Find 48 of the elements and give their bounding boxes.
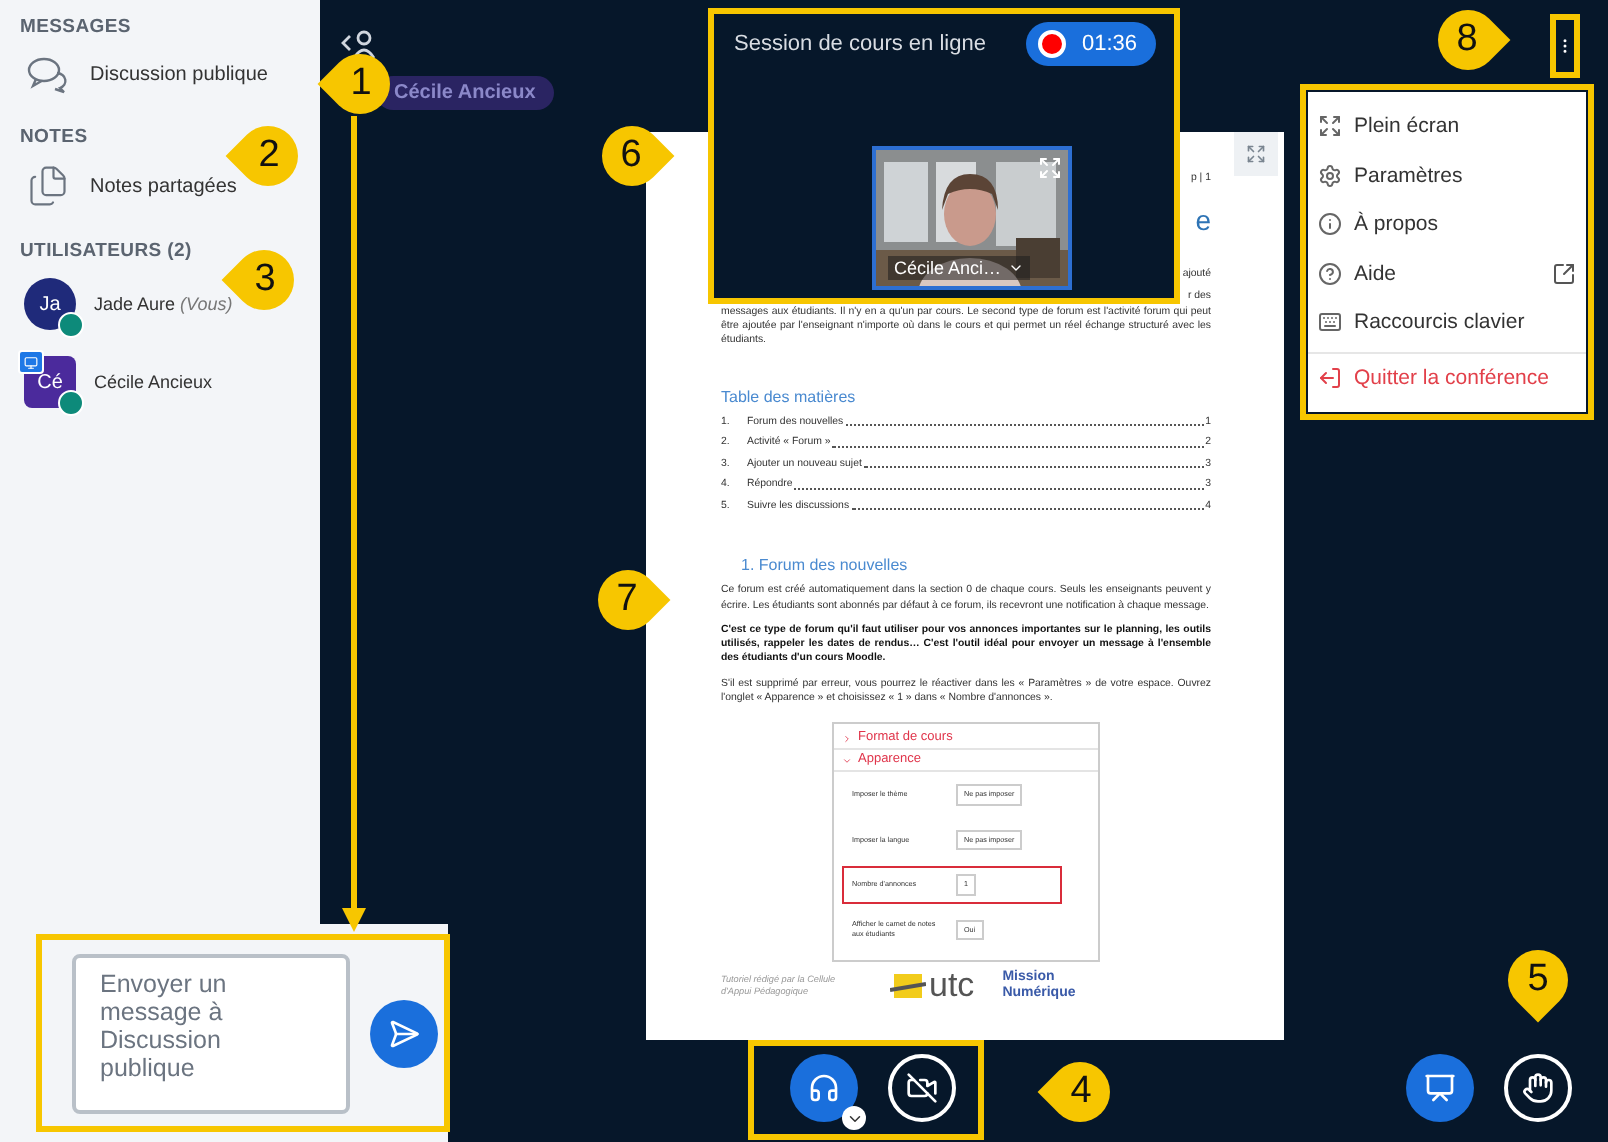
fullscreen-button[interactable] xyxy=(1233,132,1277,176)
menu-item[interactable]: Aide xyxy=(1308,249,1586,298)
section-heading: MESSAGES xyxy=(20,16,133,38)
notes-item[interactable]: Notes partagées xyxy=(90,175,237,197)
video-user-name[interactable]: Cécile Anci… xyxy=(888,256,1030,280)
presentation-icon xyxy=(1424,1072,1456,1104)
help-icon xyxy=(1318,261,1342,286)
presentation-button[interactable] xyxy=(1406,1054,1474,1122)
fullscreen-icon xyxy=(1245,144,1265,164)
presenter-badge xyxy=(18,350,44,374)
notes-icon xyxy=(26,164,70,208)
session-title: Session de cours en ligne xyxy=(734,32,986,56)
chat-item[interactable]: Discussion publique xyxy=(90,63,268,85)
fullscreen-icon xyxy=(1318,114,1342,139)
users-toggle-icon[interactable] xyxy=(340,28,376,60)
settings-icon xyxy=(1318,163,1342,188)
section-heading: NOTES xyxy=(20,126,90,148)
info-icon xyxy=(1318,212,1342,237)
external-link-icon xyxy=(1552,261,1576,286)
options-menu-button[interactable] xyxy=(1550,14,1580,78)
raise-hand-button[interactable] xyxy=(1504,1054,1572,1122)
audio-badge xyxy=(58,390,84,416)
send-icon xyxy=(388,1017,420,1049)
recording-indicator[interactable]: 01:36 xyxy=(1025,22,1155,66)
utc-logo: utc xyxy=(889,971,975,999)
audio-badge xyxy=(58,312,84,338)
chat-icon xyxy=(26,54,70,94)
menu-item[interactable]: À propos xyxy=(1308,200,1586,249)
chevron-down-icon xyxy=(1007,260,1024,276)
menu-item[interactable]: Raccourcis clavier xyxy=(1308,298,1586,347)
hand-icon xyxy=(1522,1072,1554,1104)
menu-item[interactable]: Plein écran xyxy=(1308,102,1586,151)
logout-icon xyxy=(1318,365,1342,390)
send-button[interactable] xyxy=(370,999,438,1067)
user-name[interactable]: Jade Aure (Vous) xyxy=(94,294,233,314)
camera-off-icon xyxy=(906,1072,938,1104)
menu-item[interactable]: Paramètres xyxy=(1308,151,1586,200)
fullscreen-icon[interactable] xyxy=(1038,156,1062,180)
audio-options-button[interactable] xyxy=(842,1106,866,1130)
camera-button[interactable] xyxy=(888,1054,956,1122)
section-heading: UTILISATEURS (2) xyxy=(20,240,194,262)
document-title: e xyxy=(1195,204,1211,237)
message-input[interactable]: Envoyer un message à Discussion publique xyxy=(72,953,350,1113)
user-name[interactable]: Cécile Ancieux xyxy=(94,372,213,392)
section-title: 1. Forum des nouvelles xyxy=(741,556,910,577)
headphones-icon xyxy=(808,1072,840,1104)
keyboard-icon xyxy=(1318,310,1342,335)
toc-title: Table des matières xyxy=(721,387,858,408)
